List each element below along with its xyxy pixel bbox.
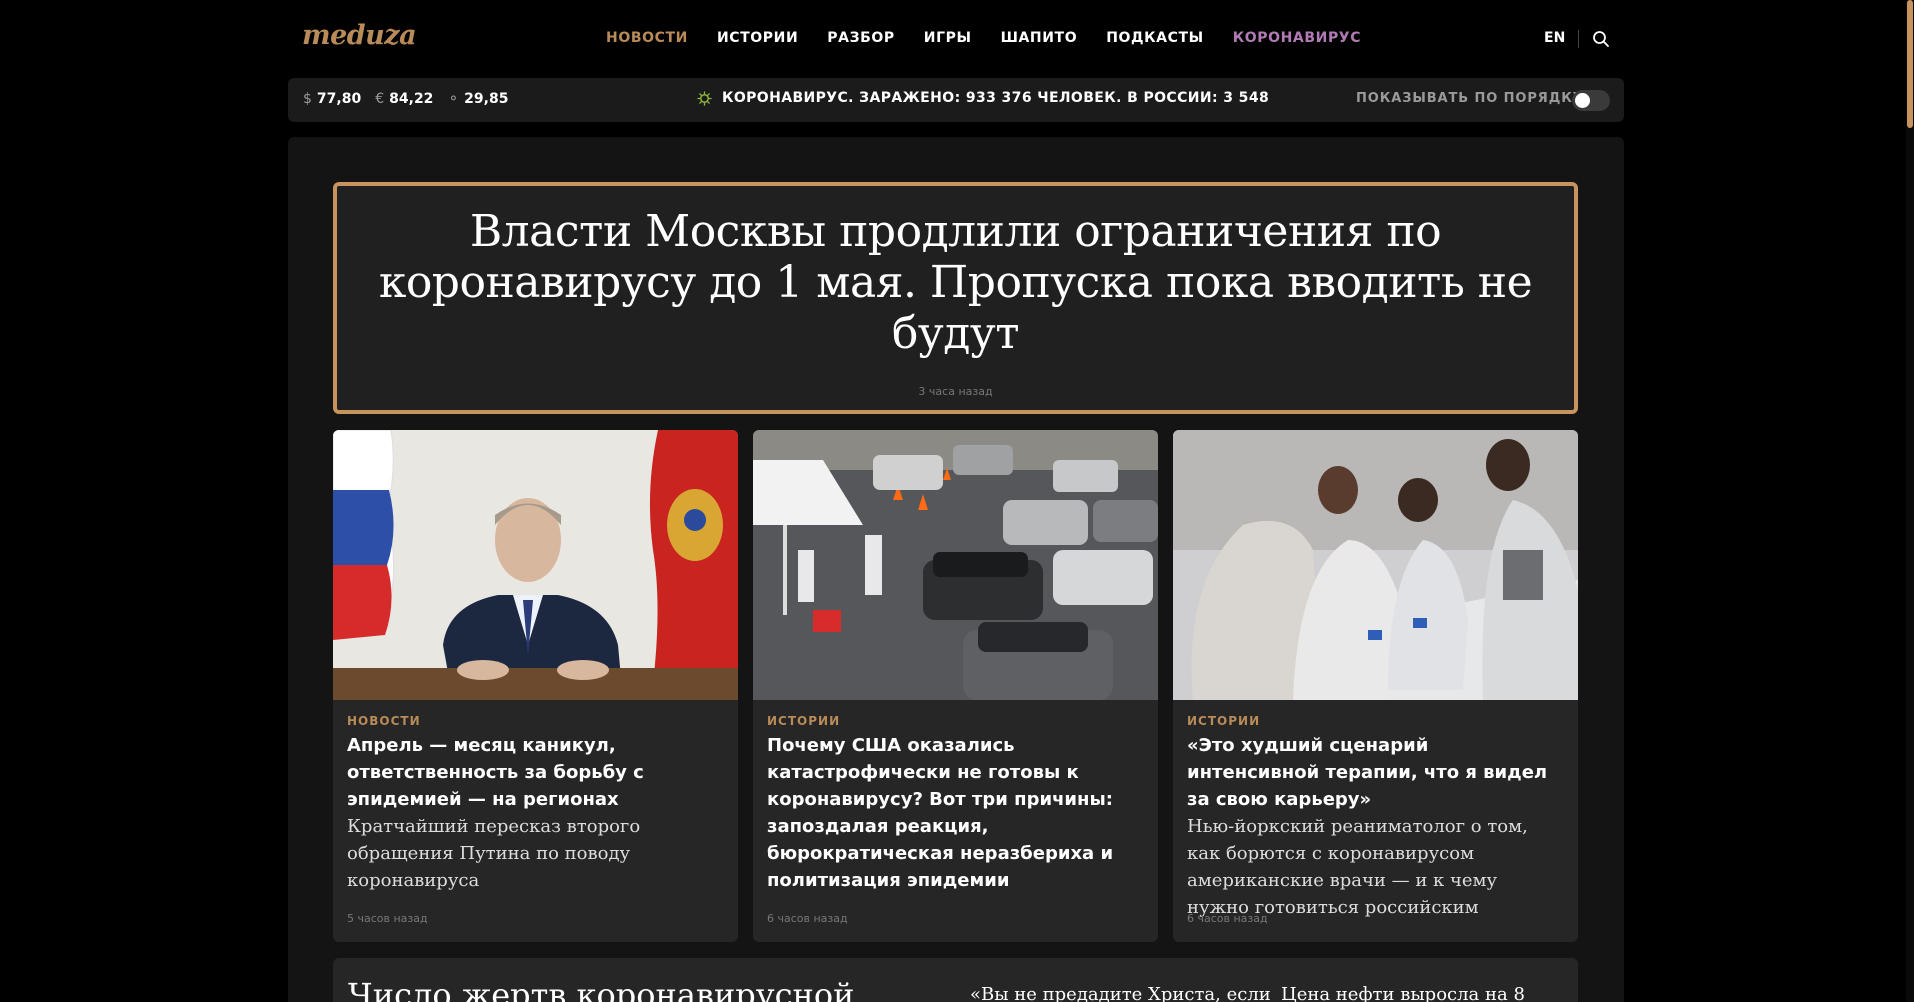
story-image[interactable] xyxy=(753,430,1158,700)
language-switch[interactable]: EN xyxy=(1544,30,1565,46)
sort-order-toggle[interactable] xyxy=(1572,90,1610,111)
story-image[interactable] xyxy=(333,430,738,700)
story-headline[interactable]: «Это худший сценарий интенсивной терапии… xyxy=(1187,732,1564,921)
main-nav: НОВОСТИ ИСТОРИИ РАЗБОР ИГРЫ ШАПИТО ПОДКА… xyxy=(606,30,1361,46)
story-card[interactable]: НОВОСТИ Апрель — месяц каникул, ответств… xyxy=(333,430,738,942)
featured-title[interactable]: Власти Москвы продлили ограничения по ко… xyxy=(367,206,1544,359)
nav-games[interactable]: ИГРЫ xyxy=(924,30,972,46)
currency-rates: $77,80 €84,22 ⚬ 29,85 xyxy=(303,91,508,107)
story-headline-text: «Это худший сценарий интенсивной терапии… xyxy=(1187,735,1548,810)
story-card[interactable]: ИСТОРИИ «Это худший сценарий интенсивной… xyxy=(1173,430,1578,942)
bottom-story-b[interactable]: Цена нефти выросла на 8 xyxy=(1281,984,1525,1002)
story-headline-text: Почему США оказались катастрофически не … xyxy=(767,735,1114,891)
story-headline[interactable]: Апрель — месяц каникул, ответственность … xyxy=(347,732,724,894)
eur-rate: €84,22 xyxy=(375,91,434,107)
nav-stories[interactable]: ИСТОРИИ xyxy=(717,30,798,46)
story-time: 6 часов назад xyxy=(1187,912,1268,925)
story-subtitle: Нью-йоркский реаниматолог о том, как бор… xyxy=(1187,816,1528,918)
bottom-story-title[interactable]: Число жертв коронавирусной xyxy=(348,976,854,1002)
story-headline[interactable]: Почему США оказались катастрофически не … xyxy=(767,732,1144,894)
coronavirus-counter-text: КОРОНАВИРУС. ЗАРАЖЕНО: 933 376 ЧЕЛОВЕК. … xyxy=(722,90,1270,106)
scrollbar-thumb[interactable] xyxy=(1907,0,1913,128)
coronavirus-counter[interactable]: КОРОНАВИРУС. ЗАРАЖЕНО: 933 376 ЧЕЛОВЕК. … xyxy=(697,90,1269,106)
nav-shapito[interactable]: ШАПИТО xyxy=(1001,30,1078,46)
nav-analysis[interactable]: РАЗБОР xyxy=(827,30,894,46)
story-image[interactable] xyxy=(1173,430,1578,700)
header-divider xyxy=(1578,30,1579,48)
site-logo[interactable]: meduza xyxy=(302,20,417,51)
site-header: meduza НОВОСТИ ИСТОРИИ РАЗБОР ИГРЫ ШАПИТ… xyxy=(0,0,1914,78)
story-tag[interactable]: ИСТОРИИ xyxy=(1187,714,1260,728)
toggle-knob xyxy=(1575,93,1590,108)
story-headline-text: Апрель — месяц каникул, ответственность … xyxy=(347,735,644,810)
oil-rate: ⚬ 29,85 xyxy=(447,91,509,107)
story-card[interactable]: ИСТОРИИ Почему США оказались катастрофич… xyxy=(753,430,1158,942)
virus-icon xyxy=(697,90,712,106)
featured-time: 3 часа назад xyxy=(918,385,993,398)
nav-coronavirus[interactable]: КОРОНАВИРУС xyxy=(1233,30,1361,46)
featured-story[interactable]: Власти Москвы продлили ограничения по ко… xyxy=(333,182,1578,414)
bottom-story-a[interactable]: «Вы не предадите Христа, если xyxy=(970,984,1271,1002)
info-ticker: $77,80 €84,22 ⚬ 29,85 КОРОНАВИРУС. ЗАРАЖЕ… xyxy=(288,78,1624,122)
story-tag[interactable]: НОВОСТИ xyxy=(347,714,421,728)
story-tag[interactable]: ИСТОРИИ xyxy=(767,714,840,728)
scrollbar[interactable] xyxy=(1906,0,1914,1002)
sort-order-label: ПОКАЗЫВАТЬ ПО ПОРЯДКУ xyxy=(1356,91,1584,106)
story-time: 5 часов назад xyxy=(347,912,428,925)
nav-news[interactable]: НОВОСТИ xyxy=(606,30,688,46)
nav-podcasts[interactable]: ПОДКАСТЫ xyxy=(1106,30,1204,46)
usd-rate: $77,80 xyxy=(303,91,362,107)
story-time: 6 часов назад xyxy=(767,912,848,925)
story-subtitle: Кратчайший пересказ второго обращения Пу… xyxy=(347,816,641,891)
search-icon[interactable] xyxy=(1592,30,1610,48)
